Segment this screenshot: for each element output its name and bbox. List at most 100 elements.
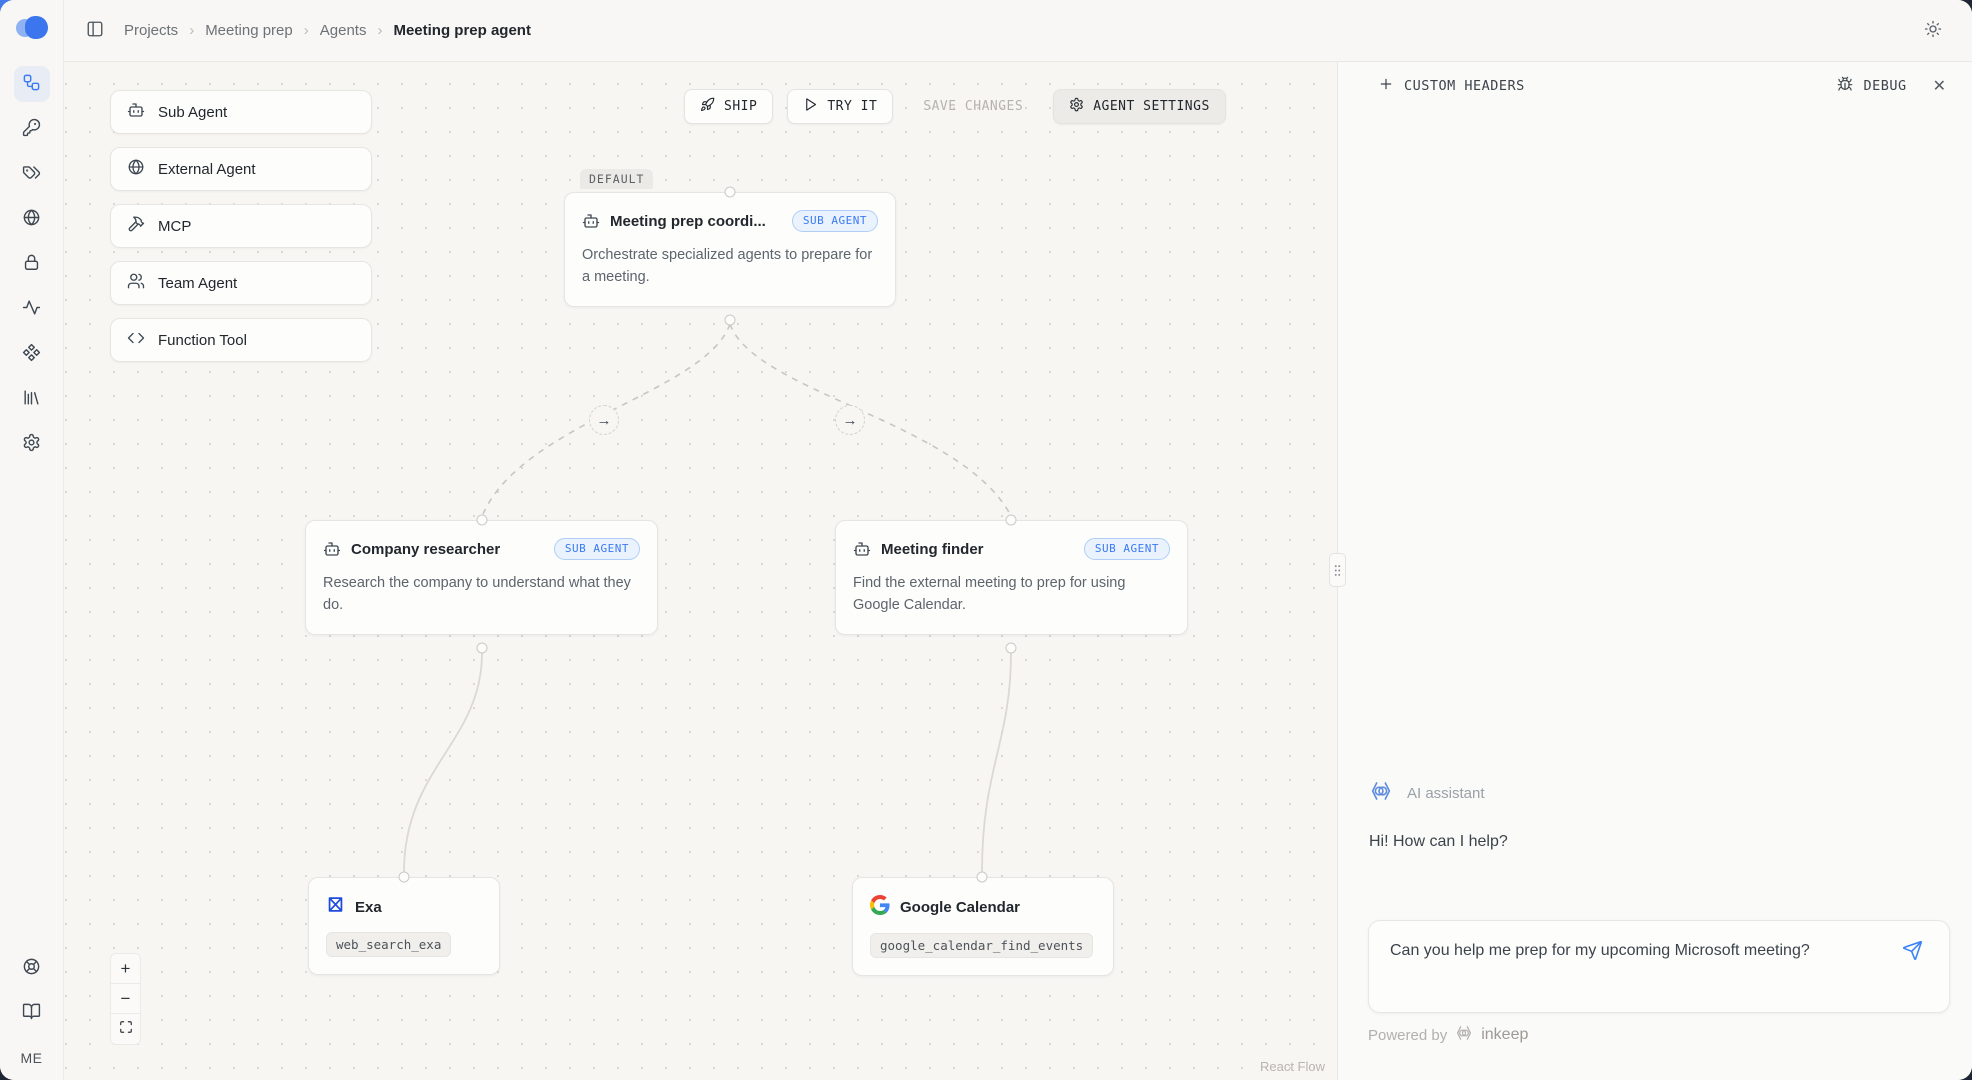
sidebar-item-components[interactable] bbox=[14, 336, 50, 372]
sub-agent-badge: SUB AGENT bbox=[554, 538, 640, 560]
components-icon bbox=[22, 343, 41, 365]
palette-item-label: Sub Agent bbox=[158, 104, 227, 121]
node-handle[interactable] bbox=[725, 315, 736, 326]
inkeep-logo[interactable] bbox=[16, 16, 48, 40]
palette-item-function-tool[interactable]: Function Tool bbox=[110, 318, 372, 362]
node-description: Find the external meeting to prep for us… bbox=[853, 573, 1170, 617]
try-it-button[interactable]: TRY IT bbox=[787, 89, 893, 124]
agent-settings-label: AGENT SETTINGS bbox=[1093, 99, 1210, 114]
hammer-icon bbox=[127, 215, 145, 237]
node-handle[interactable] bbox=[725, 187, 736, 198]
node-google-calendar-tool[interactable]: Google Calendar google_calendar_find_eve… bbox=[852, 877, 1114, 976]
node-title: Meeting finder bbox=[881, 541, 984, 558]
users-icon bbox=[127, 272, 145, 294]
sidebar-item-docs[interactable] bbox=[14, 995, 50, 1031]
palette-item-label: Team Agent bbox=[158, 275, 237, 292]
node-company-researcher[interactable]: Company researcher SUB AGENT Research th… bbox=[305, 520, 658, 635]
content-row: → → Sub Agent External Agent MCP bbox=[64, 62, 1972, 1080]
palette-item-mcp[interactable]: MCP bbox=[110, 204, 372, 248]
sidebar-item-library[interactable] bbox=[14, 381, 50, 417]
top-bar: Projects › Meeting prep › Agents › Meeti… bbox=[64, 0, 1972, 62]
chat-input[interactable]: Can you help me prep for my upcoming Mic… bbox=[1368, 920, 1950, 1013]
panel-toggle-button[interactable] bbox=[86, 20, 104, 41]
close-panel-button[interactable]: ✕ bbox=[1933, 76, 1946, 96]
debug-button[interactable]: DEBUG bbox=[1837, 76, 1906, 96]
workflow-icon bbox=[22, 73, 41, 95]
breadcrumb-separator: › bbox=[377, 22, 382, 39]
inkeep-mark-icon bbox=[1368, 778, 1394, 809]
right-panel: CUSTOM HEADERS DEBUG ✕ AI assistant Hi! … bbox=[1337, 62, 1972, 1080]
palette-item-external-agent[interactable]: External Agent bbox=[110, 147, 372, 191]
node-meeting-finder[interactable]: Meeting finder SUB AGENT Find the extern… bbox=[835, 520, 1188, 635]
inkeep-brand-link[interactable]: inkeep bbox=[1481, 1026, 1528, 1044]
palette-item-label: Function Tool bbox=[158, 332, 247, 349]
palette-item-label: MCP bbox=[158, 218, 191, 235]
canvas-toolbar: SHIP TRY IT SAVE CHANGES AGENT SETTINGS bbox=[684, 89, 1226, 124]
custom-headers-button[interactable]: CUSTOM HEADERS bbox=[1378, 76, 1525, 96]
sidebar-item-credentials[interactable] bbox=[14, 156, 50, 192]
ship-button[interactable]: SHIP bbox=[684, 89, 773, 124]
breadcrumb-separator: › bbox=[304, 22, 309, 39]
debug-label: DEBUG bbox=[1863, 78, 1906, 94]
node-handle[interactable] bbox=[477, 515, 488, 526]
node-handle[interactable] bbox=[477, 643, 488, 654]
breadcrumb: Projects › Meeting prep › Agents › Meeti… bbox=[124, 22, 531, 39]
ship-label: SHIP bbox=[724, 99, 757, 114]
breadcrumb-projects[interactable]: Projects bbox=[124, 22, 178, 39]
palette-item-sub-agent[interactable]: Sub Agent bbox=[110, 90, 372, 134]
theme-toggle-button[interactable] bbox=[1924, 20, 1942, 41]
google-logo-icon bbox=[870, 895, 890, 920]
lock-icon bbox=[22, 253, 41, 275]
graph-canvas[interactable]: → → Sub Agent External Agent MCP bbox=[64, 62, 1337, 1080]
sidebar-item-activity[interactable] bbox=[14, 291, 50, 327]
breadcrumb-agents[interactable]: Agents bbox=[320, 22, 367, 39]
panel-resize-grip[interactable] bbox=[1329, 553, 1346, 587]
node-handle[interactable] bbox=[1006, 515, 1017, 526]
node-handle[interactable] bbox=[977, 872, 988, 883]
plus-icon bbox=[1378, 76, 1394, 96]
close-icon: ✕ bbox=[1933, 78, 1946, 95]
send-button[interactable] bbox=[1902, 940, 1923, 964]
exa-logo-icon bbox=[326, 895, 345, 919]
edge-transfer-arrow: → bbox=[589, 405, 619, 435]
activity-icon bbox=[22, 298, 41, 320]
user-avatar[interactable]: ME bbox=[21, 1050, 43, 1066]
sidebar-item-settings[interactable] bbox=[14, 426, 50, 462]
node-title: Exa bbox=[355, 899, 382, 916]
node-description: Research the company to understand what … bbox=[323, 573, 640, 617]
palette-item-team-agent[interactable]: Team Agent bbox=[110, 261, 372, 305]
agent-settings-button[interactable]: AGENT SETTINGS bbox=[1053, 89, 1226, 124]
send-icon bbox=[1902, 949, 1923, 964]
node-meeting-prep-coordinator[interactable]: Meeting prep coordi... SUB AGENT Orchest… bbox=[564, 192, 896, 307]
powered-by: Powered by inkeep bbox=[1368, 1023, 1528, 1047]
node-exa-tool[interactable]: Exa web_search_exa bbox=[308, 877, 500, 975]
assistant-greeting: Hi! How can I help? bbox=[1369, 833, 1508, 851]
life-buoy-icon bbox=[22, 957, 41, 979]
main-column: Projects › Meeting prep › Agents › Meeti… bbox=[64, 0, 1972, 1080]
inkeep-mark-icon bbox=[1454, 1023, 1474, 1047]
save-changes-label: SAVE CHANGES bbox=[923, 99, 1023, 114]
library-icon bbox=[22, 388, 41, 410]
sidebar-item-help[interactable] bbox=[14, 950, 50, 986]
node-handle[interactable] bbox=[1006, 643, 1017, 654]
sidebar-item-domains[interactable] bbox=[14, 201, 50, 237]
sidebar-item-agents[interactable] bbox=[14, 66, 50, 102]
react-flow-attribution[interactable]: React Flow bbox=[1260, 1059, 1325, 1074]
sub-agent-badge: SUB AGENT bbox=[1084, 538, 1170, 560]
default-agent-tag: DEFAULT bbox=[580, 169, 653, 189]
zoom-out-button[interactable]: − bbox=[111, 984, 140, 1014]
breadcrumb-separator: › bbox=[189, 22, 194, 39]
maximize-icon bbox=[119, 1019, 133, 1039]
save-changes-button[interactable]: SAVE CHANGES bbox=[907, 89, 1039, 124]
zoom-in-button[interactable]: + bbox=[111, 954, 140, 984]
node-handle[interactable] bbox=[399, 872, 410, 883]
fit-view-button[interactable] bbox=[111, 1014, 140, 1044]
assistant-name: AI assistant bbox=[1407, 785, 1485, 802]
node-palette: Sub Agent External Agent MCP Team Agent bbox=[110, 90, 372, 362]
code-icon bbox=[127, 329, 145, 351]
breadcrumb-project[interactable]: Meeting prep bbox=[205, 22, 293, 39]
sidebar-item-security[interactable] bbox=[14, 246, 50, 282]
node-title: Meeting prep coordi... bbox=[610, 213, 766, 230]
sidebar-item-keys[interactable] bbox=[14, 111, 50, 147]
custom-headers-label: CUSTOM HEADERS bbox=[1404, 78, 1525, 94]
